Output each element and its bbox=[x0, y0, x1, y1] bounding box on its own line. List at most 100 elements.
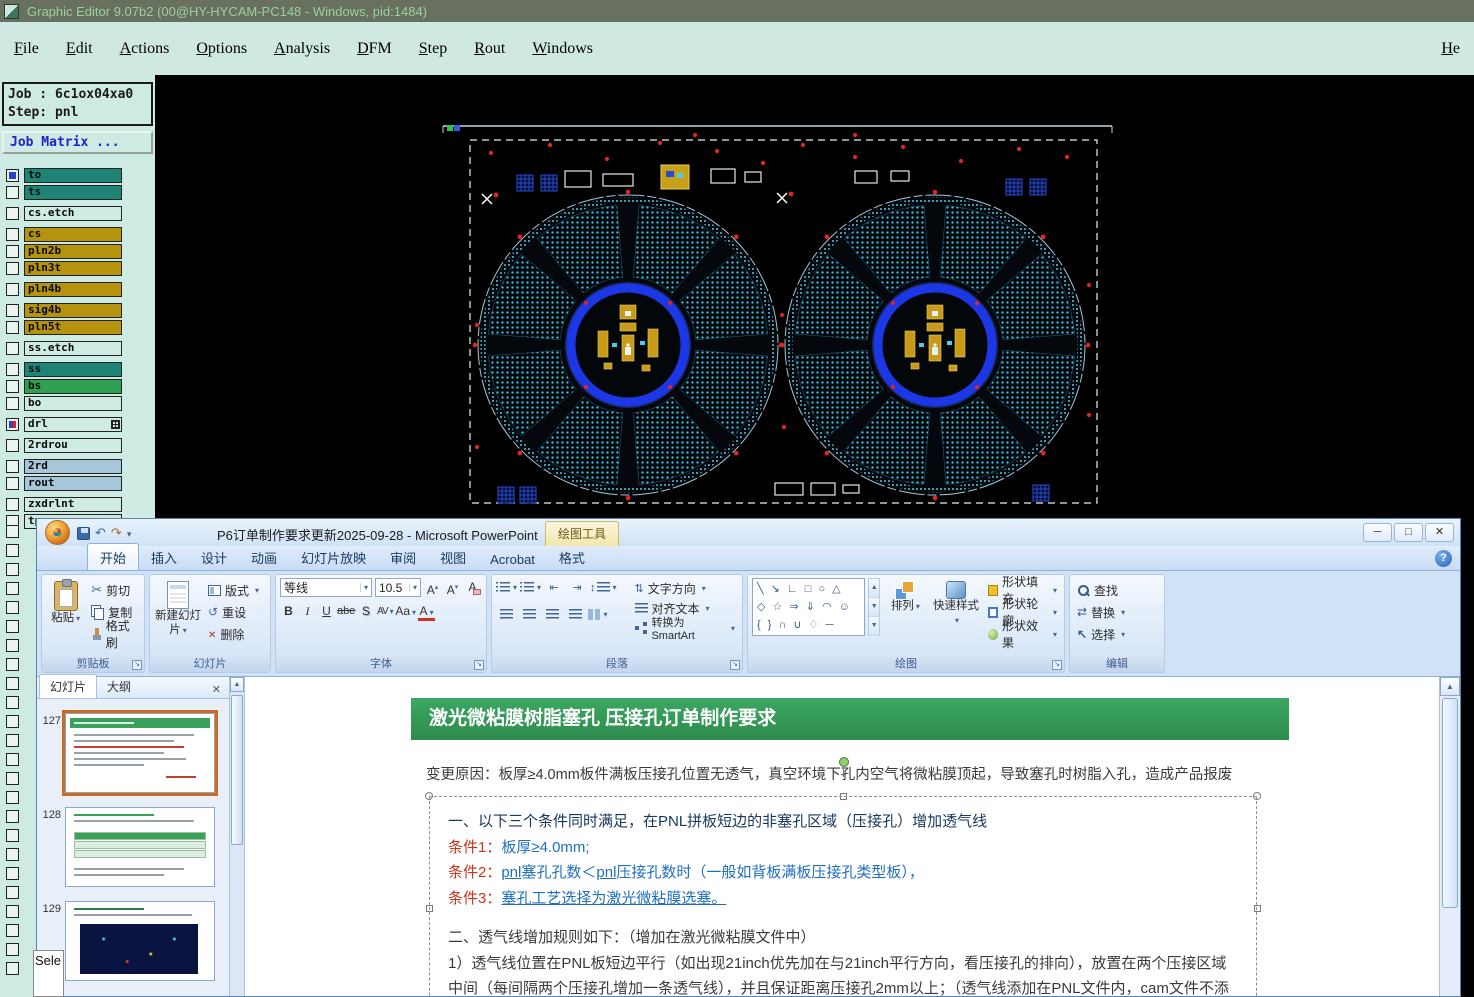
menu-analysis[interactable]: Analysis bbox=[274, 40, 330, 58]
layer-checkbox[interactable] bbox=[6, 639, 19, 652]
layer-checkbox[interactable] bbox=[6, 791, 19, 804]
layer-name[interactable]: drl bbox=[24, 416, 122, 432]
justify-button[interactable] bbox=[565, 605, 585, 624]
shapes-row[interactable]: ╲ ↘ ∟ □ ○ △ bbox=[757, 580, 860, 598]
quick-styles-button[interactable]: 快速样式 bbox=[930, 578, 981, 655]
layer-name[interactable]: pln3t bbox=[24, 260, 122, 276]
layer-checkbox[interactable] bbox=[6, 829, 19, 842]
layer-checkbox[interactable] bbox=[6, 905, 19, 918]
bold-button[interactable]: B bbox=[280, 603, 297, 621]
layer-checkbox[interactable] bbox=[6, 544, 19, 557]
layer-row[interactable]: cs.etch bbox=[6, 205, 155, 221]
layer-checkbox[interactable] bbox=[6, 734, 19, 747]
character-spacing-button[interactable]: AV bbox=[376, 603, 393, 621]
menu-actions[interactable]: Actions bbox=[120, 40, 170, 58]
layer-row[interactable]: to bbox=[6, 167, 155, 183]
replace-button[interactable]: 替换 bbox=[1074, 602, 1160, 622]
layer-checkbox[interactable] bbox=[6, 168, 19, 182]
layer-checkbox[interactable] bbox=[6, 341, 19, 355]
layer-row[interactable]: rout bbox=[6, 475, 155, 491]
layer-name[interactable]: to bbox=[24, 167, 122, 183]
layer-row[interactable]: sig4b bbox=[6, 302, 155, 318]
select-popup[interactable]: Sele bbox=[33, 950, 64, 997]
close-button[interactable]: ✕ bbox=[1425, 523, 1454, 542]
layer-row[interactable]: pln4b bbox=[6, 281, 155, 297]
layer-name[interactable]: 2rdrou bbox=[24, 437, 122, 453]
select-button[interactable]: 选择 bbox=[1074, 624, 1160, 644]
bullets-button[interactable] bbox=[496, 578, 517, 597]
grow-font-button[interactable]: A▴ bbox=[424, 579, 441, 597]
slide-thumbnail-128[interactable] bbox=[65, 807, 215, 887]
layer-name[interactable]: ss bbox=[24, 361, 122, 377]
layer-name[interactable]: pln4b bbox=[24, 281, 122, 297]
layer-name[interactable]: sig4b bbox=[24, 302, 122, 318]
layer-checkbox[interactable] bbox=[6, 525, 19, 538]
shapes-row[interactable]: ◇ ☆ ⇒ ⇓ ◠ ☺ bbox=[757, 598, 860, 616]
layer-checkbox[interactable] bbox=[6, 715, 19, 728]
layer-row[interactable]: 2rdrou bbox=[6, 437, 155, 453]
slide-editing-area[interactable]: 激光微粘膜树脂塞孔 压接孔订单制作要求 变更原因：板厚≥4.0mm板件满板压接孔… bbox=[245, 677, 1439, 996]
dialog-launcher-icon[interactable]: ↘ bbox=[474, 660, 484, 670]
office-button[interactable] bbox=[45, 520, 70, 545]
layer-checkbox[interactable] bbox=[6, 601, 19, 614]
layer-checkbox[interactable] bbox=[6, 379, 19, 393]
layer-name[interactable]: pln5t bbox=[24, 319, 122, 335]
layer-checkbox[interactable] bbox=[6, 497, 19, 511]
layer-row[interactable]: cs bbox=[6, 226, 155, 242]
tab-animation[interactable]: 动画 bbox=[239, 544, 289, 570]
shrink-font-button[interactable]: A▾ bbox=[444, 579, 461, 597]
panel-close-icon[interactable]: ✕ bbox=[206, 681, 227, 698]
layer-checkbox[interactable] bbox=[6, 696, 19, 709]
layer-checkbox[interactable] bbox=[6, 396, 19, 410]
layer-checkbox[interactable] bbox=[6, 563, 19, 576]
scroll-up-icon[interactable]: ▲ bbox=[230, 677, 244, 692]
layer-row[interactable]: ts bbox=[6, 184, 155, 200]
redo-icon[interactable] bbox=[111, 524, 122, 542]
scrollbar-thumb[interactable] bbox=[231, 695, 243, 845]
strikethrough-button[interactable]: abe bbox=[337, 603, 355, 621]
slide-title-band[interactable]: 激光微粘膜树脂塞孔 压接孔订单制作要求 bbox=[411, 698, 1289, 740]
columns-button[interactable] bbox=[588, 605, 608, 624]
delete-button[interactable]: 删除 bbox=[205, 624, 262, 644]
tab-insert[interactable]: 插入 bbox=[139, 544, 189, 570]
layer-checkbox[interactable] bbox=[6, 962, 19, 975]
cut-button[interactable]: 剪切 bbox=[88, 580, 140, 600]
layer-checkbox[interactable] bbox=[6, 772, 19, 785]
selected-textbox[interactable]: 一、以下三个条件同时满足，在PNL拼板短边的非塞孔区域（压接孔）增加透气线 条件… bbox=[429, 796, 1257, 996]
layer-row[interactable]: bo bbox=[6, 395, 155, 411]
text-direction-button[interactable]: ⇅ 文字方向 bbox=[632, 578, 738, 598]
align-center-button[interactable] bbox=[519, 605, 539, 624]
menu-file[interactable]: File bbox=[14, 40, 39, 58]
layer-row[interactable]: 2rd bbox=[6, 458, 155, 474]
tab-review[interactable]: 审阅 bbox=[378, 544, 428, 570]
ppt-titlebar[interactable]: P6订单制作要求更新2025-09-28 - Microsoft PowerPo… bbox=[37, 519, 1460, 546]
layer-checkbox[interactable] bbox=[6, 261, 19, 275]
layer-row[interactable]: bs bbox=[6, 378, 155, 394]
new-slide-button[interactable]: 新建幻灯片 bbox=[154, 578, 202, 655]
dialog-launcher-icon[interactable]: ↘ bbox=[132, 660, 142, 670]
slide-thumbnail-127[interactable] bbox=[62, 710, 218, 796]
shapes-gallery[interactable]: ╲ ↘ ∟ □ ○ △ ◇ ☆ ⇒ ⇓ ◠ ☺ { } ∩ ∪ ♢ ─ bbox=[752, 578, 865, 636]
tab-view[interactable]: 视图 bbox=[428, 544, 478, 570]
slide-reason-text[interactable]: 变更原因：板厚≥4.0mm板件满板压接孔位置无透气，真空环境下孔内空气将微粘膜顶… bbox=[426, 763, 1232, 784]
slide-thumbnail-129[interactable] bbox=[65, 901, 215, 981]
save-icon[interactable] bbox=[77, 526, 90, 540]
layer-checkbox[interactable] bbox=[6, 848, 19, 861]
layer-row[interactable]: ss.etch bbox=[6, 340, 155, 356]
layer-row[interactable]: zxdrlnt bbox=[6, 496, 155, 512]
layer-checkbox[interactable] bbox=[6, 677, 19, 690]
align-right-button[interactable] bbox=[542, 605, 562, 624]
menu-windows[interactable]: Windows bbox=[532, 40, 593, 58]
job-matrix-button[interactable]: Job Matrix ... bbox=[2, 131, 153, 154]
layer-checkbox[interactable] bbox=[6, 753, 19, 766]
slide-scrollbar[interactable]: ▲ bbox=[1439, 677, 1460, 996]
tab-home[interactable]: 开始 bbox=[87, 543, 140, 570]
find-button[interactable]: 查找 bbox=[1074, 580, 1160, 600]
arrange-button[interactable]: 排列 bbox=[883, 578, 927, 655]
panel-scrollbar[interactable]: ▲ bbox=[230, 677, 245, 996]
underline-button[interactable]: U bbox=[318, 603, 335, 621]
align-left-button[interactable] bbox=[496, 605, 516, 624]
font-name-combo[interactable]: 等线 ▾ bbox=[280, 578, 372, 597]
font-size-combo[interactable]: 10.5 ▾ bbox=[375, 578, 421, 597]
layer-checkbox[interactable] bbox=[6, 206, 19, 220]
